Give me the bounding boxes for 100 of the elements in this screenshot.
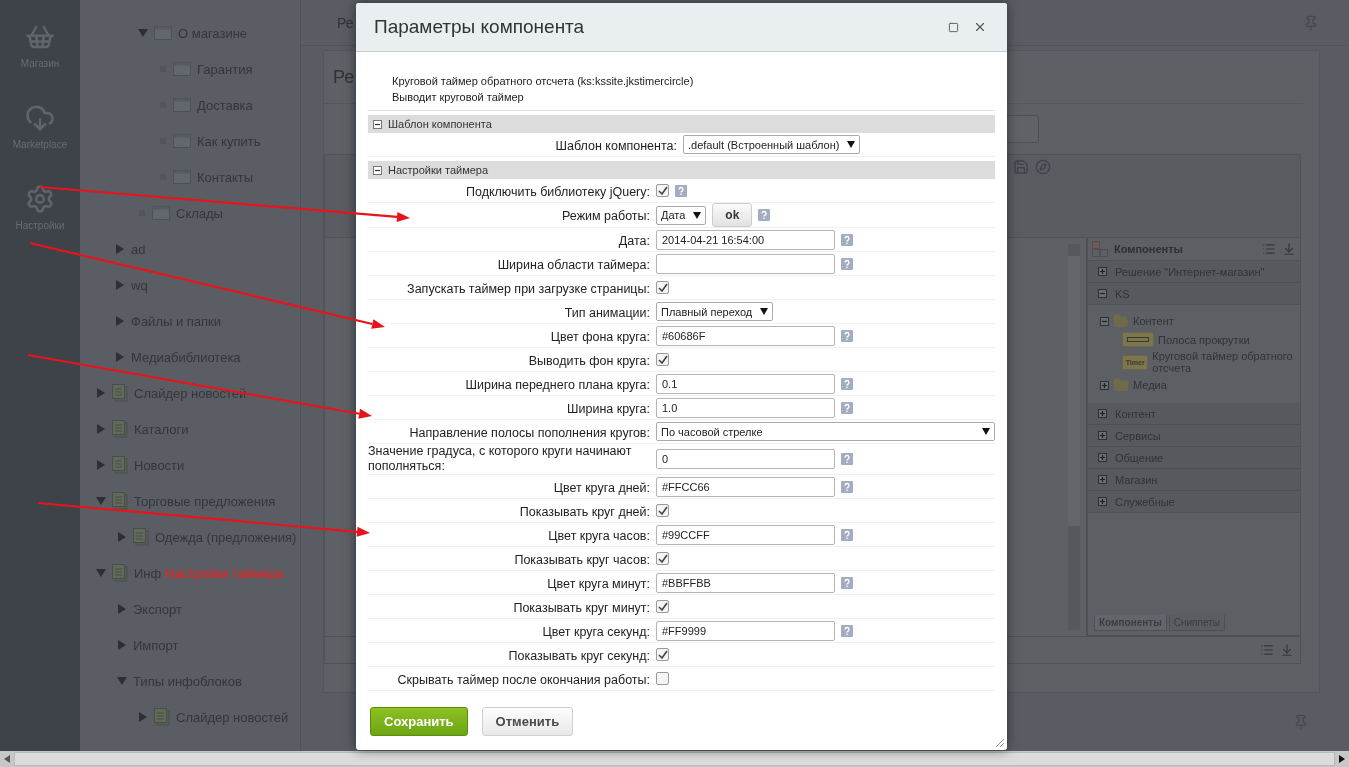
- input-field[interactable]: #60686F: [656, 325, 835, 346]
- help-icon[interactable]: [841, 576, 853, 589]
- checkbox[interactable]: [656, 600, 669, 613]
- list-icon: [154, 708, 170, 726]
- expand-icon[interactable]: [1098, 497, 1107, 506]
- checkbox[interactable]: [656, 281, 669, 294]
- list-icon: [112, 384, 128, 402]
- collapsed-arrow-icon[interactable]: [117, 604, 127, 614]
- download-icon[interactable]: [1282, 242, 1296, 256]
- save-icon[interactable]: [1013, 159, 1029, 175]
- compass-icon[interactable]: [1035, 159, 1051, 175]
- help-icon[interactable]: [758, 209, 771, 221]
- scroll-right-icon[interactable]: [1339, 755, 1345, 763]
- section-header[interactable]: Настройки таймера: [368, 161, 995, 179]
- collapsed-arrow-icon[interactable]: [115, 316, 125, 326]
- folder-icon: [1113, 313, 1129, 329]
- collapsed-arrow-icon[interactable]: [115, 280, 125, 290]
- collapse-icon[interactable]: [373, 165, 382, 175]
- input-field[interactable]: 2014-04-21 16:54:00: [656, 229, 835, 250]
- help-icon[interactable]: [841, 257, 853, 270]
- field-label: Показывать круг часов:: [514, 552, 650, 568]
- collapsed-arrow-icon[interactable]: [117, 532, 127, 542]
- help-icon[interactable]: [841, 377, 853, 390]
- grid-icon: [1092, 241, 1108, 257]
- help-icon[interactable]: [841, 528, 853, 541]
- help-icon[interactable]: [841, 329, 853, 342]
- field-label: Шаблон компонента:: [555, 138, 677, 154]
- save-button[interactable]: Сохранить: [370, 707, 468, 736]
- download-icon[interactable]: [1280, 643, 1294, 657]
- help-icon[interactable]: [841, 480, 853, 493]
- collapsed-arrow-icon[interactable]: [96, 460, 106, 470]
- input-field[interactable]: 0.1: [656, 373, 835, 394]
- select-field[interactable]: .default (Встроенный шаблон): [683, 135, 861, 154]
- help-icon[interactable]: [841, 233, 853, 246]
- caret-icon: [760, 308, 769, 315]
- collapsed-arrow-icon[interactable]: [115, 352, 125, 362]
- folder-icon: [1113, 377, 1129, 393]
- expand-icon[interactable]: [1098, 453, 1107, 462]
- checkbox[interactable]: [656, 504, 669, 517]
- caret-icon: [847, 141, 856, 148]
- expanded-arrow-icon[interactable]: [138, 28, 148, 38]
- field-label: Скрывать таймер после окончания работы:: [397, 672, 650, 688]
- collapsed-arrow-icon[interactable]: [117, 640, 127, 650]
- description-text: Выводит круговой таймер: [392, 90, 525, 105]
- select-field[interactable]: По часовой стрелке: [656, 422, 995, 441]
- caret-icon: [982, 428, 990, 435]
- expand-icon[interactable]: [1098, 431, 1107, 440]
- input-field[interactable]: #99CCFF: [656, 524, 835, 545]
- help-icon[interactable]: [675, 184, 687, 197]
- cancel-button[interactable]: Отменить: [481, 707, 574, 736]
- description-text: Круговой таймер обратного отсчета (ks:kssite.jkstimercircle): [392, 74, 695, 89]
- help-icon[interactable]: [841, 401, 853, 414]
- checkbox[interactable]: [656, 184, 669, 197]
- scroll-left-icon[interactable]: [4, 755, 10, 763]
- annotation-text: Настройки таймера: [165, 566, 284, 581]
- expanded-arrow-icon[interactable]: [96, 496, 106, 506]
- list-icon: [133, 528, 149, 546]
- section-header[interactable]: Шаблон компонента: [368, 115, 995, 133]
- field-label: Цвет круга секунд:: [542, 624, 650, 640]
- list-icon: [112, 456, 128, 474]
- expand-icon[interactable]: [1098, 475, 1107, 484]
- expanded-arrow-icon[interactable]: [117, 676, 127, 686]
- component-icon: [1122, 332, 1154, 347]
- select-field[interactable]: Плавный переход: [656, 302, 774, 321]
- expand-icon[interactable]: [1098, 267, 1107, 276]
- collapsed-arrow-icon[interactable]: [138, 712, 148, 722]
- field-label: Цвет фона круга:: [550, 329, 650, 345]
- resize-grip-icon[interactable]: [995, 738, 1005, 748]
- checkbox[interactable]: [656, 353, 669, 366]
- input-field[interactable]: #FF9999: [656, 620, 835, 641]
- expand-icon[interactable]: [1098, 409, 1107, 418]
- checkbox[interactable]: [656, 552, 669, 565]
- expand-icon[interactable]: [1100, 380, 1109, 390]
- help-icon[interactable]: [841, 453, 853, 465]
- input-field[interactable]: #FFCC66: [656, 476, 835, 497]
- field-label: Запускать таймер при загрузке страницы:: [407, 281, 650, 297]
- checkbox[interactable]: [656, 672, 669, 685]
- field-label: Показывать круг минут:: [513, 600, 650, 616]
- expanded-arrow-icon[interactable]: [96, 568, 106, 578]
- collapse-icon[interactable]: [373, 119, 382, 129]
- collapsed-arrow-icon[interactable]: [96, 424, 106, 434]
- maximize-icon[interactable]: [948, 21, 959, 33]
- close-icon[interactable]: [973, 20, 987, 34]
- input-field[interactable]: 0: [656, 449, 835, 469]
- settings-icon: [25, 184, 55, 214]
- list-icon[interactable]: [1260, 643, 1274, 657]
- input-field[interactable]: 1.0: [656, 397, 835, 418]
- input-field[interactable]: [656, 253, 835, 274]
- checkbox[interactable]: [656, 648, 669, 661]
- field-label: Цвет круга дней:: [553, 480, 650, 496]
- select-field[interactable]: Дата: [656, 205, 707, 225]
- collapsed-arrow-icon[interactable]: [96, 388, 106, 398]
- input-field[interactable]: #BBFFBB: [656, 572, 835, 593]
- list-icon[interactable]: [1262, 242, 1276, 256]
- field-label: Направление полосы пополнения кругов:: [409, 425, 650, 441]
- collapsed-arrow-icon[interactable]: [115, 244, 125, 254]
- horizontal-scrollbar[interactable]: [0, 751, 1349, 767]
- ok-button[interactable]: ok: [712, 203, 753, 227]
- field-label: Выводить фон круга:: [528, 353, 650, 369]
- help-icon[interactable]: [841, 624, 853, 637]
